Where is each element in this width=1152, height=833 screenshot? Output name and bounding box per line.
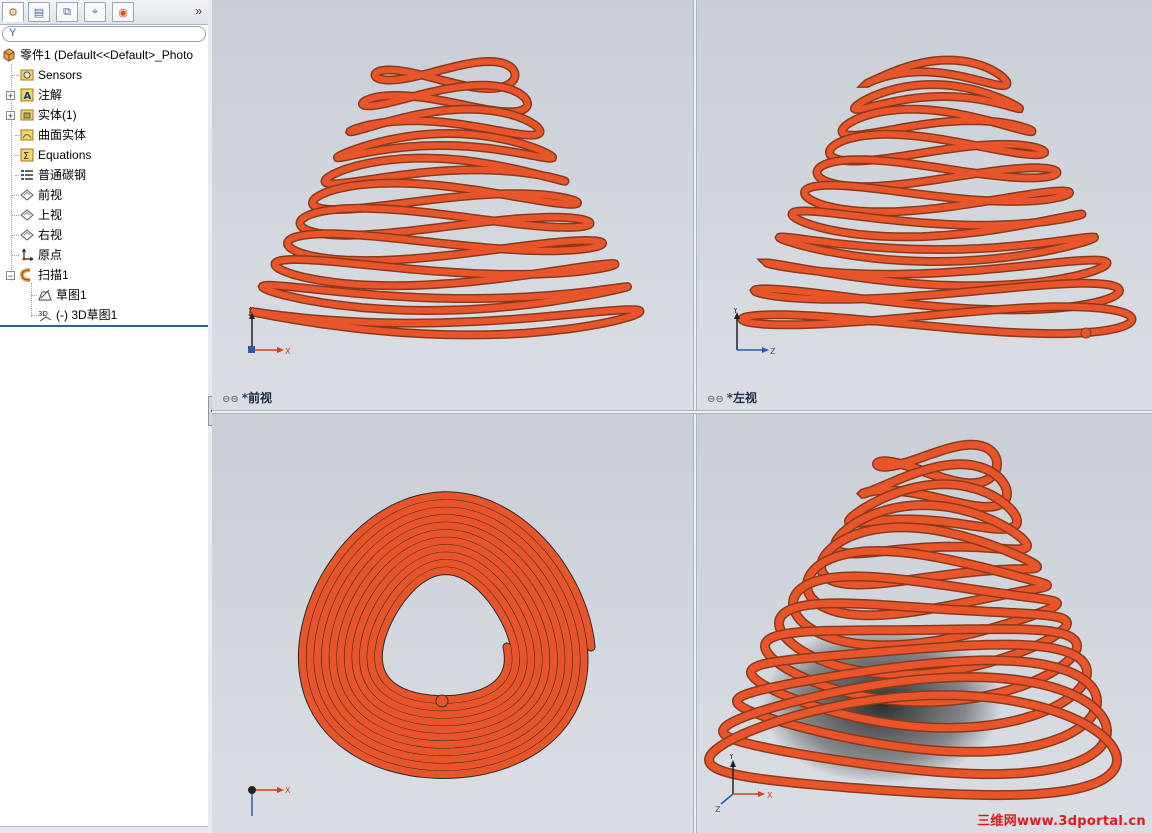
part-name-label: 零件1 (Default<<Default>_Photo (20, 48, 194, 62)
expand-annotations-toggle[interactable]: + (6, 91, 15, 101)
plane-icon (20, 229, 34, 241)
tree-item-front-plane[interactable]: 前视 (20, 186, 62, 204)
tree-item-label: 注解 (38, 88, 63, 102)
collapse-sweep-toggle[interactable]: − (6, 271, 15, 281)
tree-item-origin[interactable]: 原点 (20, 246, 62, 264)
tree-filter-input[interactable]: Y (2, 26, 206, 42)
link-views-icon[interactable]: ⊖⊖ (707, 394, 724, 405)
featuremanager-icon: ⚙ (8, 6, 18, 19)
axis-triad: Y X Z (715, 754, 773, 814)
svg-text:Σ: Σ (23, 151, 29, 162)
tree-item-sketch1[interactable]: 草图1 (38, 286, 87, 304)
tree-item-label: 上视 (38, 208, 63, 222)
configurationmanager-icon: ⧉ (63, 5, 71, 18)
configurationmanager-tab[interactable]: ⧉ (56, 2, 78, 22)
surface-bodies-icon (20, 129, 34, 141)
svg-text:Z: Z (770, 347, 776, 356)
material-icon (21, 169, 33, 180)
tree-item-sweep[interactable]: 扫描1 (20, 266, 69, 284)
svg-text:A: A (24, 91, 32, 102)
svg-text:Y: Y (728, 754, 734, 761)
tree-item-equations[interactable]: Σ Equations (20, 146, 91, 164)
filter-icon: Y (9, 27, 17, 39)
svg-text:Y: Y (247, 308, 253, 315)
tree-item-3dsketch1[interactable]: 3D (-) 3D草图1 (38, 306, 117, 324)
viewport-left-label: ⊖⊖ *左视 (707, 391, 758, 405)
tree-item-label: (-) 3D草图1 (56, 308, 118, 322)
solid-bodies-icon (20, 109, 34, 121)
tree-rollback-bar[interactable] (0, 325, 208, 327)
tree-item-label: 草图1 (56, 288, 87, 302)
dimxpert-icon: ⌖ (91, 5, 99, 18)
top-view-model (297, 491, 596, 780)
tree-item-surface-bodies[interactable]: 曲面实体 (20, 126, 86, 144)
equations-icon: Σ (20, 148, 34, 162)
tree-item-top-plane[interactable]: 上视 (20, 206, 62, 224)
tree-item-label: Sensors (38, 68, 83, 82)
tree-item-annotations[interactable]: A 注解 (20, 86, 62, 104)
sweep-icon (20, 267, 31, 282)
appearance-icon: ◉ (118, 6, 128, 19)
propertymanager-tab[interactable]: ▤ (28, 2, 50, 22)
viewport-front[interactable]: Y X ⊖⊖ *前视 (212, 0, 693, 410)
annotations-icon: A (20, 88, 34, 102)
tree-item-label: 扫描1 (38, 268, 69, 282)
tree-item-label: 原点 (38, 248, 63, 262)
featuremanager-tab[interactable]: ⚙ (2, 2, 24, 22)
sketch-icon (38, 289, 52, 301)
part-icon (3, 48, 15, 62)
viewport-left[interactable]: Y Z ⊖⊖ *左视 (697, 0, 1152, 410)
svg-text:Z: Z (715, 805, 721, 814)
tree-item-sensors[interactable]: Sensors (20, 66, 82, 84)
viewport-front-label: ⊖⊖ *前视 (222, 391, 273, 405)
tree-item-solid-bodies[interactable]: 实体(1) (20, 106, 77, 124)
svg-text:Y: Y (732, 308, 738, 315)
tree-item-label: Equations (38, 148, 92, 162)
display-manager-tab[interactable]: ◉ (112, 2, 134, 22)
sensors-icon (20, 69, 34, 81)
axis-triad: Y X (247, 308, 291, 356)
svg-text:X: X (285, 347, 291, 356)
sketch3d-icon: 3D (38, 310, 52, 322)
tree-item-right-plane[interactable]: 右视 (20, 226, 62, 244)
svg-text:X: X (767, 791, 773, 800)
link-views-icon[interactable]: ⊖⊖ (222, 394, 239, 405)
plane-icon (20, 189, 34, 201)
plane-icon (20, 209, 34, 221)
tree-item-label: 前视 (38, 188, 63, 202)
feature-manager-tabs: ⚙ ▤ ⧉ ⌖ ◉ » (0, 0, 208, 25)
tree-item-material[interactable]: 普通碳钢 (20, 166, 86, 184)
origin-icon (22, 248, 34, 261)
tree-root-part[interactable]: 零件1 (Default<<Default>_Photo (2, 46, 193, 64)
propertymanager-icon: ▤ (33, 6, 45, 19)
expand-panel-icon[interactable]: » (195, 4, 202, 18)
expand-solid-bodies-toggle[interactable]: + (6, 111, 15, 121)
viewport-top[interactable]: X (212, 414, 693, 833)
viewport-splitter-horizontal[interactable] (212, 410, 1152, 414)
viewport-isometric[interactable]: Y X Z 三维网www.3dportal.cn (697, 414, 1152, 833)
watermark: 三维网www.3dportal.cn (977, 814, 1146, 829)
panel-scrollbar[interactable] (0, 826, 208, 833)
tree-item-label: 普通碳钢 (38, 168, 87, 182)
tree-item-label: 实体(1) (38, 108, 77, 122)
axis-triad: Y Z (732, 308, 776, 356)
axis-triad: X (248, 786, 291, 816)
tree-item-label: 曲面实体 (38, 128, 87, 142)
svg-text:X: X (285, 786, 291, 795)
viewport-splitter-vertical[interactable] (693, 0, 697, 833)
tree-item-label: 右视 (38, 228, 63, 242)
dimxpert-tab[interactable]: ⌖ (84, 2, 106, 22)
feature-manager-panel: ⚙ ▤ ⧉ ⌖ ◉ » Y 零件1 (Default<<Default>_Pho… (0, 0, 209, 833)
